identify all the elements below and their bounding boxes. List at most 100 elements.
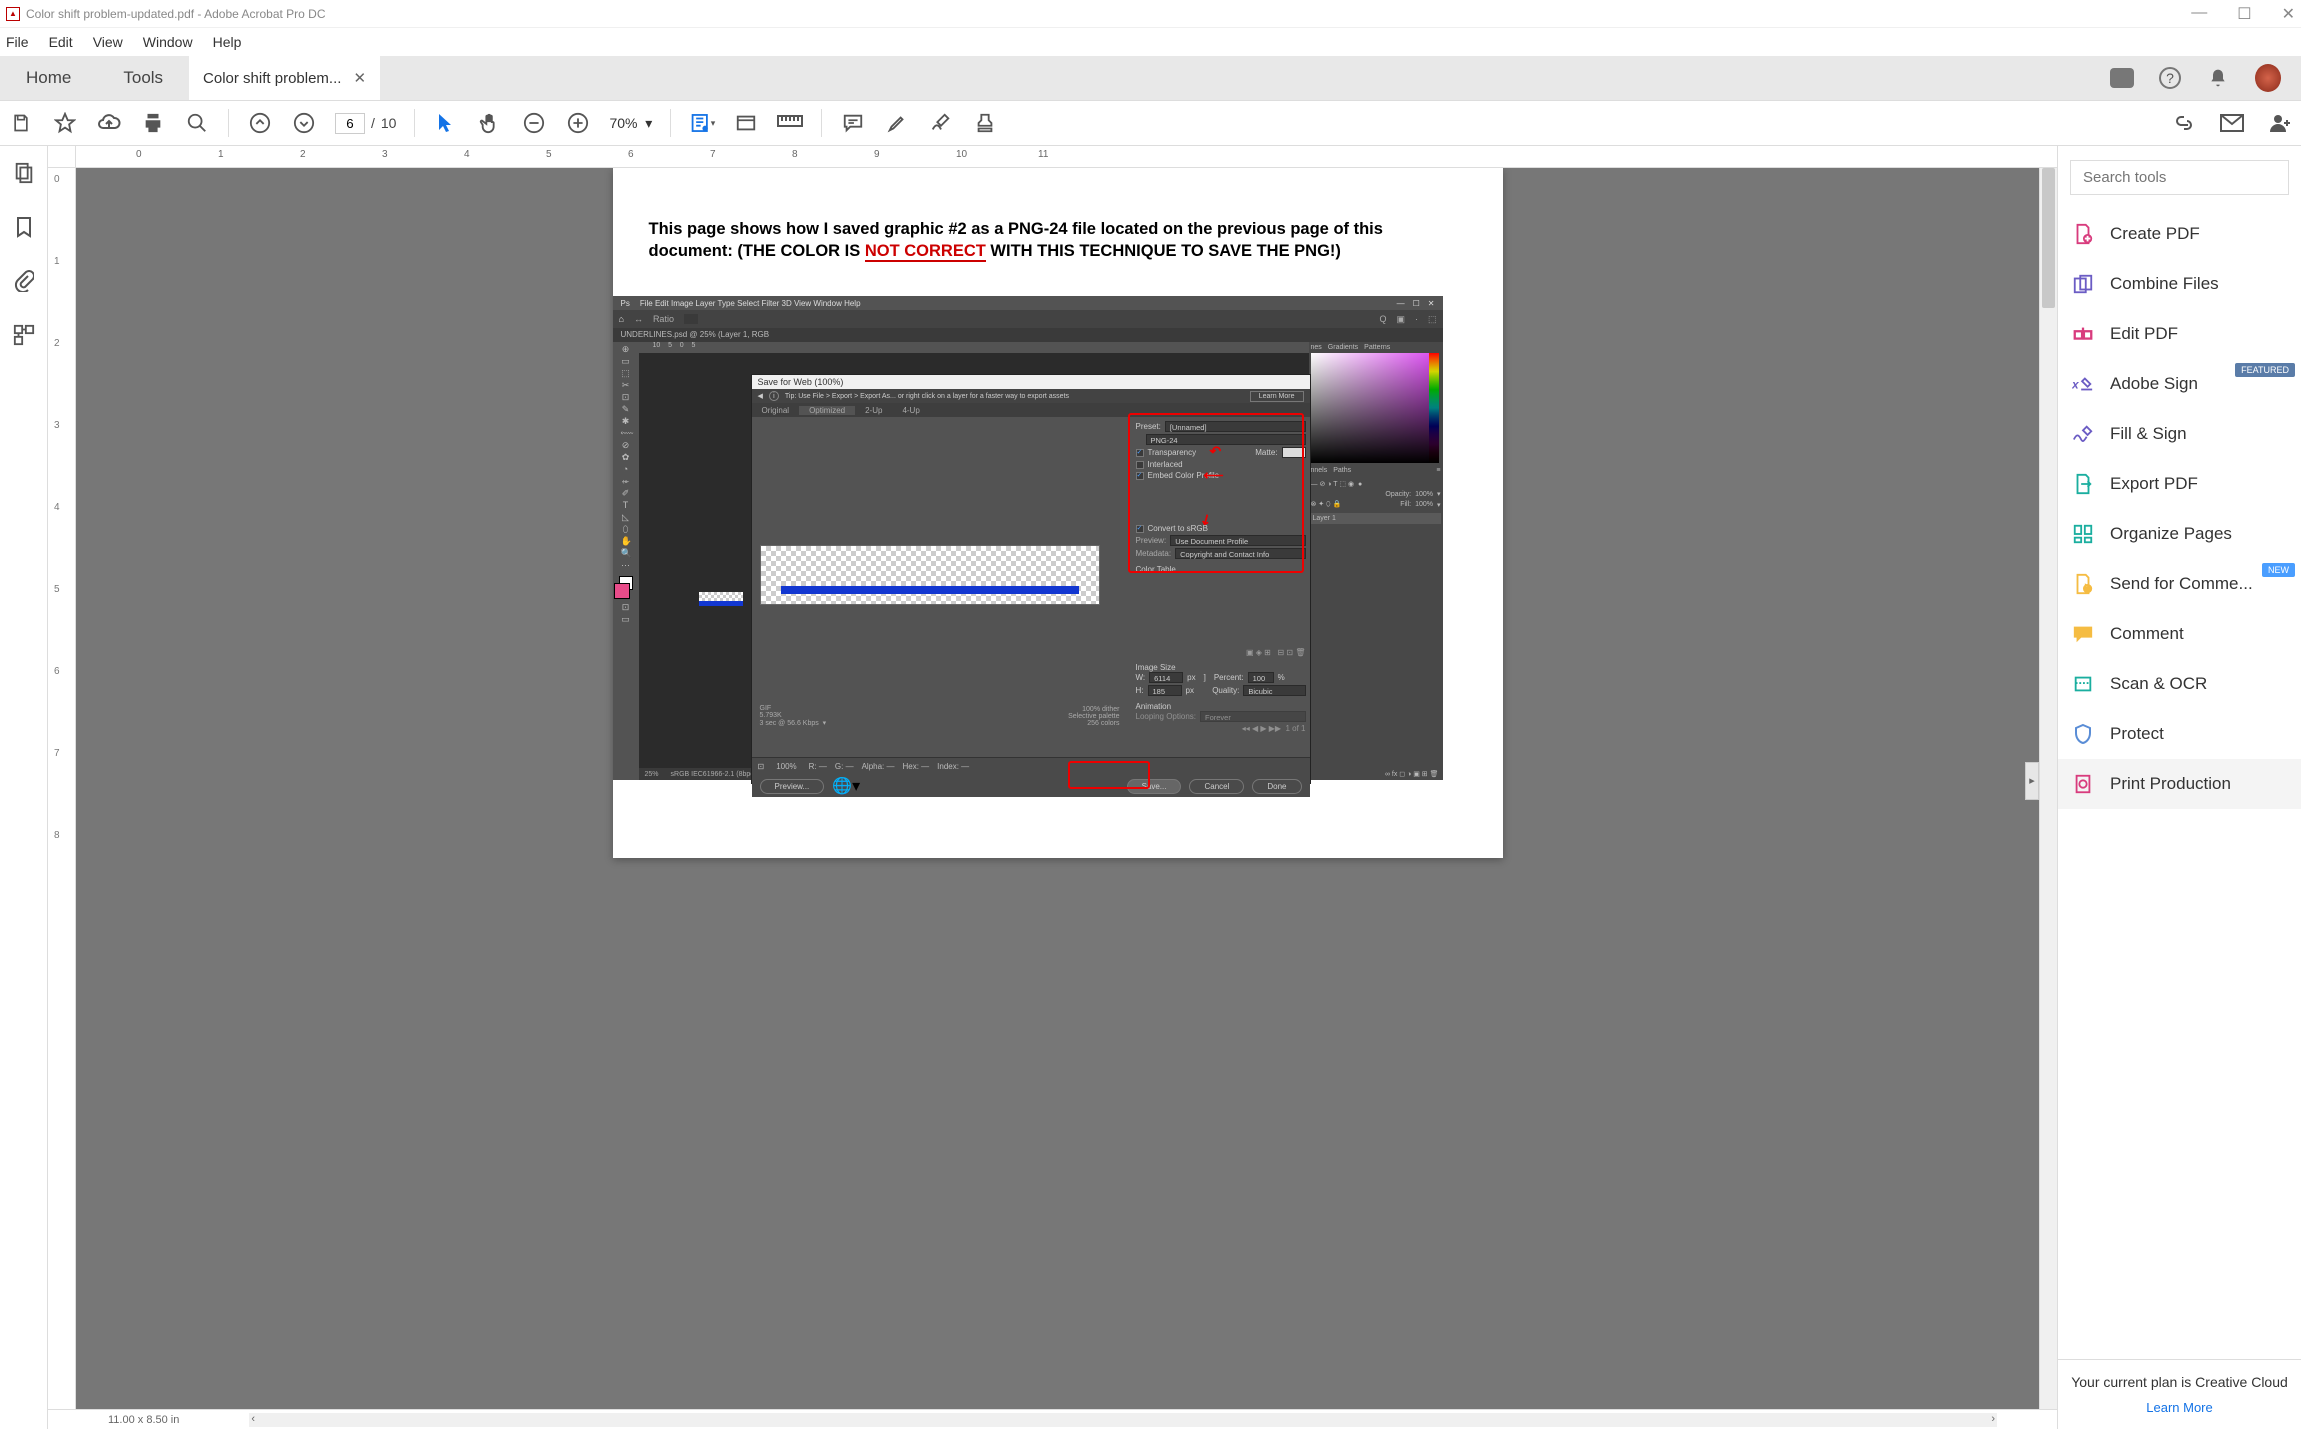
tool-create[interactable]: Create PDF (2058, 209, 2301, 259)
measure-icon[interactable] (777, 110, 803, 136)
zoom-dropdown[interactable]: 70% ▾ (609, 115, 652, 132)
sfw-preview-image (760, 545, 1100, 605)
tool-combine[interactable]: Combine Files (2058, 259, 2301, 309)
tool-send[interactable]: Send for Comme... NEW (2058, 559, 2301, 609)
right-pane-toggle[interactable]: ▸ (2025, 762, 2039, 800)
plan-learn-more-link[interactable]: Learn More (2068, 1400, 2291, 1415)
print-icon (2072, 773, 2094, 795)
search-tools-input[interactable] (2070, 160, 2289, 195)
star-icon[interactable] (52, 110, 78, 136)
tab-document-label: Color shift problem... (203, 70, 341, 87)
tab-home[interactable]: Home (0, 56, 97, 100)
sign-icon: x (2072, 373, 2094, 395)
menu-help[interactable]: Help (213, 34, 242, 50)
tool-protect[interactable]: Protect (2058, 709, 2301, 759)
ps-back-icon: ◀ (758, 392, 763, 400)
menu-window[interactable]: Window (143, 34, 193, 50)
attachments-icon[interactable] (11, 268, 37, 294)
menu-edit[interactable]: Edit (49, 34, 73, 50)
tool-label: Send for Comme... (2110, 574, 2253, 594)
fit-width-icon[interactable]: ▾ (689, 110, 715, 136)
sfw-preview-button[interactable]: Preview... (760, 779, 825, 794)
bookmark-icon[interactable] (11, 214, 37, 240)
tools-panel: Create PDF Combine Files Edit PDFxAdobe Si… (2057, 146, 2301, 1429)
tool-label: Print Production (2110, 774, 2231, 794)
comment-note-icon[interactable] (840, 110, 866, 136)
horizontal-scrollbar[interactable]: ‹› (249, 1413, 1997, 1427)
highlight-icon[interactable] (884, 110, 910, 136)
tool-export[interactable]: Export PDF (2058, 459, 2301, 509)
print-icon[interactable] (140, 110, 166, 136)
tool-label: Fill & Sign (2110, 424, 2187, 444)
tool-badge: NEW (2262, 563, 2295, 577)
notifications-speech-icon[interactable] (2109, 65, 2135, 91)
page-up-icon[interactable] (247, 110, 273, 136)
tool-sign[interactable]: xAdobe SignFEATURED (2058, 359, 2301, 409)
link-icon[interactable] (2171, 110, 2197, 136)
stamp-icon[interactable] (972, 110, 998, 136)
sfw-cancel-button[interactable]: Cancel (1189, 779, 1244, 794)
organize-icon (2072, 523, 2094, 545)
protect-icon (2072, 723, 2094, 745)
window-titlebar: ▲ Color shift problem-updated.pdf - Adob… (0, 0, 2301, 28)
fill-icon (2072, 423, 2094, 445)
edit-icon (2072, 323, 2094, 345)
tool-label: Combine Files (2110, 274, 2219, 294)
layers-icon[interactable] (11, 322, 37, 348)
tool-print[interactable]: Print Production (2058, 759, 2301, 809)
combine-icon (2072, 273, 2094, 295)
main-toolbar: / 10 70% ▾ ▾ (0, 100, 2301, 146)
save-icon[interactable] (8, 110, 34, 136)
tab-document[interactable]: Color shift problem... ✕ (189, 56, 380, 100)
page-down-icon[interactable] (291, 110, 317, 136)
menu-file[interactable]: File (6, 34, 29, 50)
pdf-page: This page shows how I saved graphic #2 a… (613, 168, 1503, 858)
tab-close-icon[interactable]: ✕ (353, 69, 366, 87)
tool-comment[interactable]: Comment (2058, 609, 2301, 659)
page-indicator: / 10 (335, 113, 396, 134)
email-icon[interactable] (2219, 110, 2245, 136)
tool-edit[interactable]: Edit PDF (2058, 309, 2301, 359)
thumbnails-icon[interactable] (11, 160, 37, 186)
page-current-input[interactable] (335, 113, 365, 134)
search-icon[interactable] (184, 110, 210, 136)
window-maximize-button[interactable]: ☐ (2237, 4, 2251, 24)
tool-label: Scan & OCR (2110, 674, 2207, 694)
pointer-icon[interactable] (433, 110, 459, 136)
sfw-done-button[interactable]: Done (1252, 779, 1301, 794)
zoom-in-icon[interactable] (565, 110, 591, 136)
page-sep: / (371, 115, 375, 131)
hand-icon[interactable] (477, 110, 503, 136)
tool-organize[interactable]: Organize Pages (2058, 509, 2301, 559)
vertical-scrollbar[interactable] (2039, 168, 2057, 1409)
share-people-icon[interactable] (2267, 110, 2293, 136)
comment-icon (2072, 623, 2094, 645)
tool-fill[interactable]: Fill & Sign (2058, 409, 2301, 459)
menu-bar: File Edit View Window Help (0, 28, 2301, 56)
bell-icon[interactable] (2205, 65, 2231, 91)
account-avatar[interactable] (2255, 65, 2281, 91)
ps-logo-icon: Ps (621, 299, 630, 308)
tab-row: Home Tools Color shift problem... ✕ ? (0, 56, 2301, 100)
window-close-button[interactable]: ✕ (2282, 4, 2295, 24)
sfw-learn-more[interactable]: Learn More (1250, 391, 1304, 402)
tool-scan[interactable]: Scan & OCR (2058, 659, 2301, 709)
ps-toolbar: ⊕▭⬚✂⊡ ✎✱⬳⊘✿ ◔⬰✐T◺ ⬯✋🔍⋯ ⊡▭ (613, 342, 639, 780)
status-bar: 11.00 x 8.50 in ‹› (48, 1409, 2057, 1429)
sign-pen-icon[interactable] (928, 110, 954, 136)
photoshop-screenshot: Ps File Edit Image Layer Type Select Fil… (613, 296, 1443, 780)
save-for-web-dialog: Save for Web (100%) ◀ i Tip: Use File > … (751, 374, 1311, 784)
menu-view[interactable]: View (93, 34, 123, 50)
ps-doc-tab: UNDERLINES.psd @ 25% (Layer 1, RGB (613, 328, 1443, 342)
cloud-upload-icon[interactable] (96, 110, 122, 136)
tool-label: Comment (2110, 624, 2184, 644)
page-canvas[interactable]: This page shows how I saved graphic #2 a… (76, 168, 2039, 1409)
page-dimensions: 11.00 x 8.50 in (108, 1414, 179, 1426)
tab-tools[interactable]: Tools (97, 56, 189, 100)
window-minimize-button[interactable]: — (2191, 4, 2207, 24)
vertical-ruler: 012345678 (48, 168, 76, 1409)
help-icon[interactable]: ? (2159, 67, 2181, 89)
read-mode-icon[interactable] (733, 110, 759, 136)
document-viewer: 01234567891011 012345678 ◂ This page sho… (48, 146, 2057, 1429)
zoom-out-icon[interactable] (521, 110, 547, 136)
